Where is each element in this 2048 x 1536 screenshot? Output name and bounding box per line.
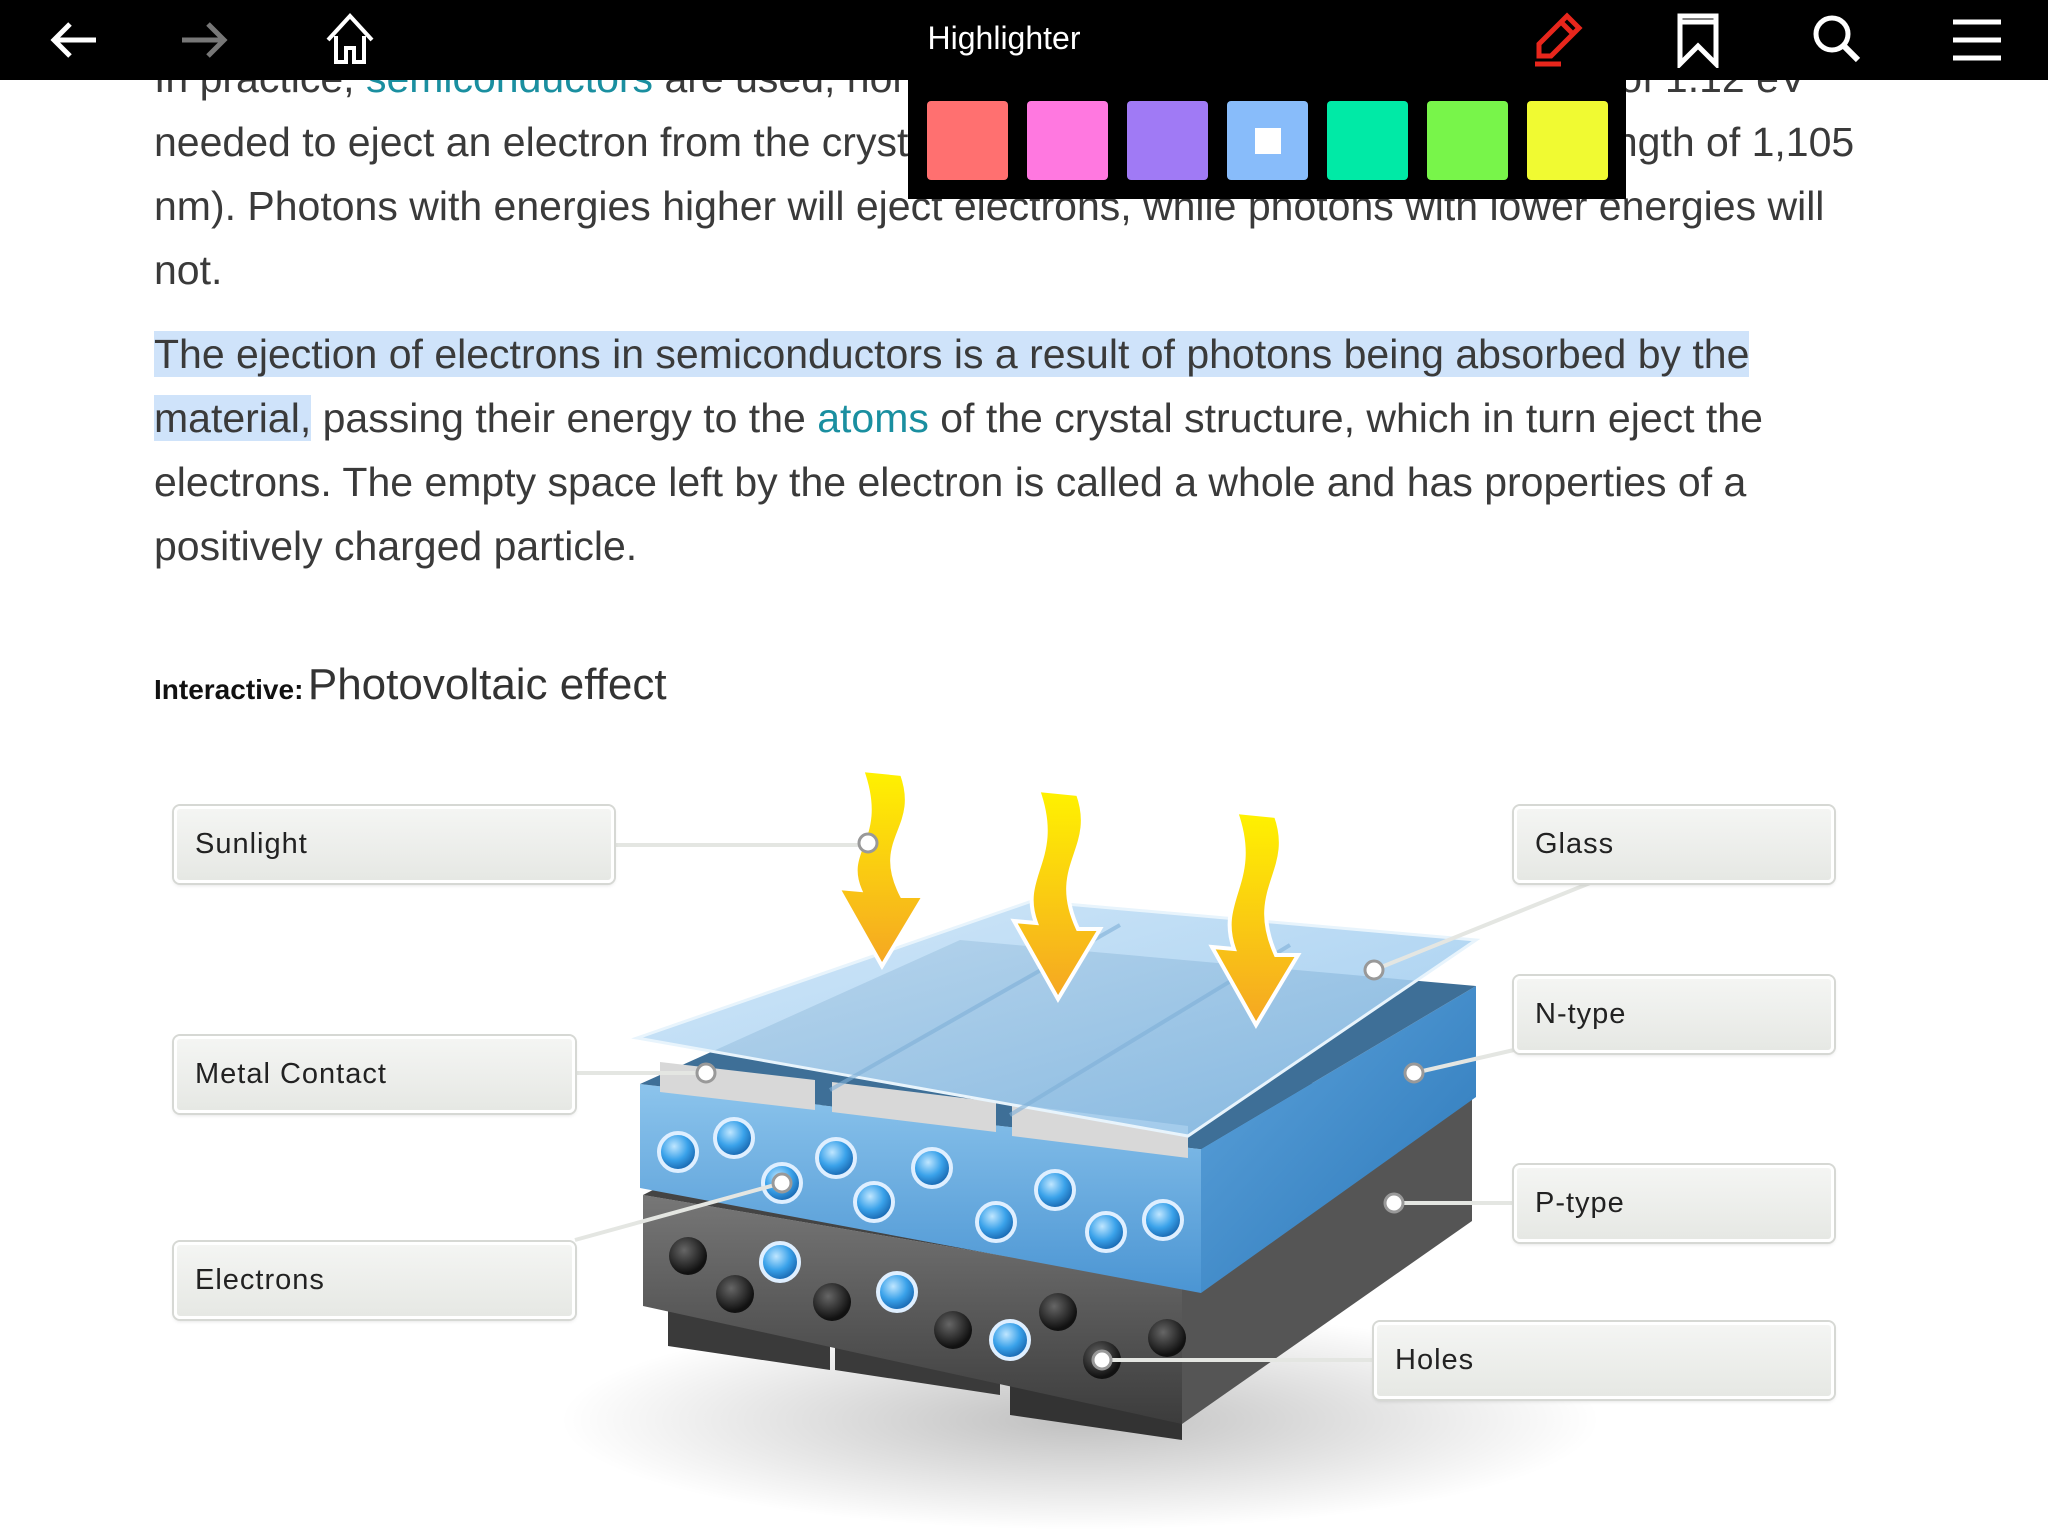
electron-particle (815, 1137, 857, 1179)
highlighter-color-palette (908, 80, 1626, 199)
color-swatch[interactable] (1427, 101, 1508, 180)
hole-particle (1039, 1293, 1077, 1331)
back-arrow-icon[interactable] (46, 12, 102, 68)
hole-particle (669, 1237, 707, 1275)
electron-particle (1142, 1199, 1184, 1241)
label-p-type[interactable]: P-type (1514, 1165, 1834, 1242)
color-swatch[interactable] (1127, 101, 1208, 180)
caption-title: Photovoltaic effect (307, 660, 667, 709)
toolbar-title: Highlighter (927, 20, 1081, 56)
top-toolbar: Highlighter (0, 0, 2048, 80)
label-sunlight[interactable]: Sunlight (174, 806, 614, 883)
interactive-caption: Interactive: Photovoltaic effect (154, 660, 667, 710)
hole-particle (813, 1283, 851, 1321)
hole-particle (934, 1311, 972, 1349)
link-atoms[interactable]: atoms (817, 395, 929, 441)
sunlight-arrow (1010, 787, 1104, 1003)
electron-particle (975, 1201, 1017, 1243)
electron-particle (989, 1319, 1031, 1361)
p-type-layer (643, 1050, 1472, 1424)
sunlight-arrow (834, 767, 928, 970)
label-glass[interactable]: Glass (1514, 806, 1834, 883)
caption-prefix: Interactive: (154, 674, 304, 705)
sunlight-arrow (1208, 809, 1302, 1029)
hole-particle (716, 1275, 754, 1313)
forward-arrow-icon[interactable] (176, 12, 232, 68)
metal-contacts (660, 1062, 1188, 1158)
electron-particle (1034, 1169, 1076, 1211)
glass-layer (631, 899, 1481, 1138)
bookmark-icon[interactable] (1670, 12, 1726, 68)
electron-particle (657, 1131, 699, 1173)
electron-particle (876, 1271, 918, 1313)
menu-icon[interactable] (1949, 12, 2005, 68)
selected-indicator (1255, 128, 1281, 154)
search-icon[interactable] (1810, 12, 1866, 68)
paragraph-2: The ejection of electrons in semiconduct… (154, 331, 1763, 569)
hole-particle (1148, 1319, 1186, 1357)
color-swatch[interactable] (927, 101, 1008, 180)
sunlight-arrows (834, 767, 1302, 1029)
electron-particle (713, 1117, 755, 1159)
home-icon[interactable] (322, 12, 378, 68)
particles (657, 1117, 1186, 1379)
highlighter-pencil-icon[interactable] (1529, 12, 1585, 68)
color-swatch[interactable] (1027, 101, 1108, 180)
color-swatch[interactable] (1327, 101, 1408, 180)
label-metal-contact[interactable]: Metal Contact (174, 1036, 575, 1113)
electron-particle (759, 1241, 801, 1283)
electron-particle (1085, 1211, 1127, 1253)
base-feet (668, 1306, 1182, 1440)
hole-particle (1083, 1341, 1121, 1379)
connector-lines (574, 843, 1591, 1362)
electron-particle (853, 1181, 895, 1223)
n-type-layer (640, 940, 1476, 1293)
label-holes[interactable]: Holes (1374, 1322, 1834, 1399)
label-electrons[interactable]: Electrons (174, 1242, 575, 1319)
color-swatch[interactable] (1227, 101, 1308, 180)
label-n-type[interactable]: N-type (1514, 976, 1834, 1053)
connector-dots (695, 832, 1425, 1371)
electron-particle (761, 1162, 803, 1204)
color-swatch[interactable] (1527, 101, 1608, 180)
electron-particle (911, 1147, 953, 1189)
